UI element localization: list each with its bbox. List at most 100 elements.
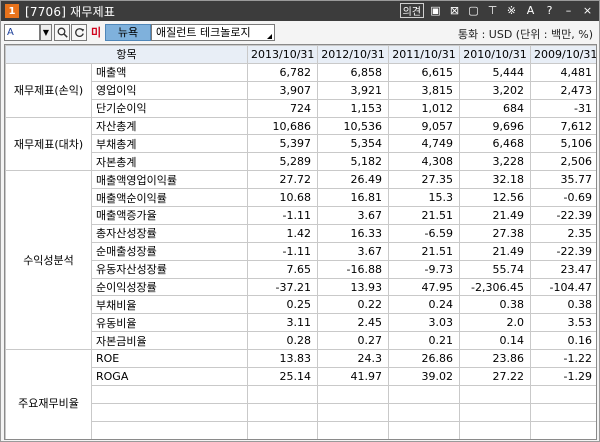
table-row[interactable] [6, 402, 596, 422]
table-row[interactable]: 유동자산성장률 7.65 -16.88 -9.73 55.74 23.47 [6, 259, 596, 279]
category-cell: 수익성분석 [5, 170, 92, 351]
value-cell: 3,921 [317, 80, 389, 100]
financial-data-grid[interactable]: 항목 2013/10/31 2012/10/31 2011/10/31 2010… [4, 44, 597, 440]
value-cell: 5,182 [317, 152, 389, 172]
pin-icon[interactable]: ⊤ [485, 3, 500, 18]
value-cell: 27.72 [247, 170, 318, 190]
value-cell: 15.3 [388, 188, 460, 208]
header-item: 항목 [5, 45, 248, 64]
value-cell: 9,696 [459, 116, 531, 136]
category-cell: 재무제표(대차) [5, 116, 92, 172]
header-year: 2011/10/31 [388, 45, 460, 64]
window-title: [7706] 재무제표 [25, 4, 116, 19]
value-cell: -1.11 [247, 206, 318, 225]
table-row[interactable]: 순매출성장률 -1.11 3.67 21.51 21.49 -22.39 [6, 241, 596, 261]
table-row[interactable]: 수익성분석 매출액영업이익률 27.72 26.49 27.35 32.18 35.77 [5, 170, 596, 351]
value-cell: 23.47 [530, 259, 596, 279]
table-row[interactable]: 단기순이익 724 1,153 1,012 684 -31 [6, 98, 596, 118]
search-button[interactable] [54, 24, 70, 41]
item-cell: 자산총계 [91, 116, 248, 136]
value-cell: 24.3 [317, 349, 389, 369]
dash-icon[interactable]: – [561, 3, 576, 18]
value-cell: 35.77 [530, 170, 596, 190]
value-cell: 55.74 [459, 259, 531, 279]
table-row[interactable]: 영업이익 3,907 3,921 3,815 3,202 2,473 [6, 80, 596, 100]
item-cell: 자본금비율 [91, 331, 248, 351]
value-cell: 6,858 [317, 62, 389, 82]
value-cell: 10,686 [247, 116, 318, 136]
value-cell: 26.86 [388, 349, 460, 369]
value-cell [247, 420, 318, 439]
item-cell [91, 384, 248, 404]
window-box-icon[interactable]: ▣ [428, 3, 443, 18]
value-cell: 27.22 [459, 367, 531, 386]
font-icon[interactable]: A [523, 3, 538, 18]
table-row[interactable]: 순이익성장률 -37.21 13.93 47.95 -2,306.45 -104.47 [6, 277, 596, 297]
value-cell: 724 [247, 98, 318, 118]
table-row[interactable] [6, 384, 596, 404]
close-icon[interactable]: × [580, 3, 595, 18]
table-row[interactable]: 재무제표(대차) 자산총계 10,686 10,536 9,057 9,696 7,612 [5, 116, 596, 172]
value-cell [530, 402, 596, 422]
value-cell: 3,907 [247, 80, 318, 100]
value-cell: -6.59 [388, 223, 460, 243]
value-cell: 0.27 [317, 331, 389, 351]
table-row[interactable]: 재무제표(손익) 매출액 6,782 6,858 6,615 5,444 4,481 [5, 62, 596, 118]
value-cell: 5,444 [459, 62, 531, 82]
header-year: 2013/10/31 [247, 45, 318, 64]
category-cell: 재무제표(손익) [5, 62, 92, 118]
value-cell [317, 420, 389, 439]
value-cell: -37.21 [247, 277, 318, 297]
table-row[interactable]: 자본총계 5,289 5,182 4,308 3,228 2,506 [6, 152, 596, 172]
value-cell: -1.22 [530, 349, 596, 369]
header-year: 2012/10/31 [317, 45, 389, 64]
item-cell: 매출액 [91, 62, 248, 82]
table-row[interactable]: 유동비율 3.11 2.45 3.03 2.0 3.53 [6, 313, 596, 333]
value-cell: 16.33 [317, 223, 389, 243]
toolbar: A ▼ 미 뉴욕 애질런트 테크놀로지 통화 : USD (단위 : 백만, %… [1, 21, 599, 43]
help-icon[interactable]: ? [542, 3, 557, 18]
item-cell: 유동자산성장률 [91, 259, 248, 279]
market-button[interactable]: 뉴욕 [105, 24, 151, 41]
link-icon[interactable]: 의견 [399, 3, 424, 18]
value-cell: -31 [530, 98, 596, 118]
table-row[interactable] [91, 438, 596, 439]
company-name-field[interactable]: 애질런트 테크놀로지 [151, 24, 275, 41]
item-cell: 총자산성장률 [91, 223, 248, 243]
item-cell [91, 402, 248, 422]
copy-icon[interactable]: ▢ [466, 3, 481, 18]
stock-code-input[interactable]: A [4, 24, 40, 41]
refresh-button[interactable] [71, 24, 87, 41]
item-cell: ROE [91, 349, 248, 369]
value-cell: 23.86 [459, 349, 531, 369]
item-cell: 순이익성장률 [91, 277, 248, 297]
table-row[interactable]: 매출액증가율 -1.11 3.67 21.51 21.49 -22.39 [6, 206, 596, 225]
value-cell: -0.69 [530, 188, 596, 208]
table-row[interactable]: 주요재무비율 ROE 13.83 24.3 26.86 23.86 -1.22 [5, 349, 596, 439]
value-cell: 7.65 [247, 259, 318, 279]
table-row[interactable]: 자본금비율 0.28 0.27 0.21 0.14 0.16 [6, 331, 596, 351]
value-cell: 39.02 [388, 367, 460, 386]
table-row[interactable]: ROGA 25.14 41.97 39.02 27.22 -1.29 [6, 367, 596, 386]
table-row[interactable]: 총자산성장률 1.42 16.33 -6.59 27.38 2.35 [6, 223, 596, 243]
value-cell: 21.49 [459, 241, 531, 261]
close-box-icon[interactable]: ⊠ [447, 3, 462, 18]
table-row[interactable]: 매출액순이익률 10.68 16.81 15.3 12.56 -0.69 [6, 188, 596, 208]
value-cell [247, 438, 318, 439]
item-cell [91, 420, 248, 439]
value-cell: 3,228 [459, 152, 531, 172]
value-cell: 4,749 [388, 134, 460, 154]
settings-icon[interactable]: ※ [504, 3, 519, 18]
value-cell: 1,153 [317, 98, 389, 118]
value-cell: 2.35 [530, 223, 596, 243]
value-cell: 2,473 [530, 80, 596, 100]
item-cell: 매출액순이익률 [91, 188, 248, 208]
value-cell: 1.42 [247, 223, 318, 243]
table-row[interactable] [6, 420, 596, 439]
table-row[interactable]: 부채비율 0.25 0.22 0.24 0.38 0.38 [6, 295, 596, 315]
value-cell: 32.18 [459, 170, 531, 190]
value-cell [247, 384, 318, 404]
table-row[interactable]: 부채총계 5,397 5,354 4,749 6,468 5,106 [6, 134, 596, 154]
code-dropdown-button[interactable]: ▼ [40, 24, 52, 41]
mi-tag: 미 [90, 26, 102, 39]
